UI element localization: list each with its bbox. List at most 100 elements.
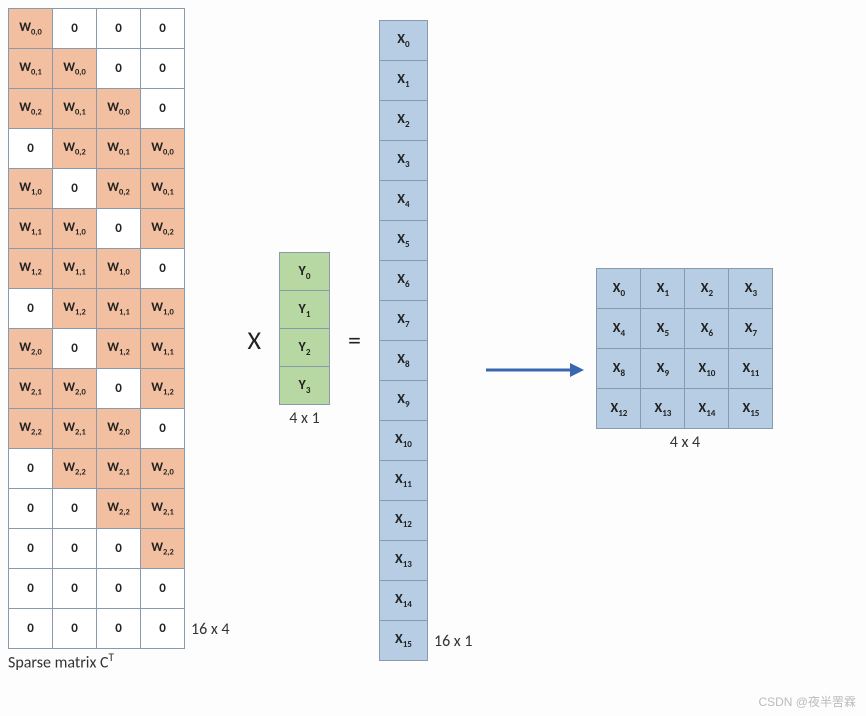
ct-cell: W0,1 bbox=[9, 49, 53, 89]
ct-cell: W1,2 bbox=[53, 289, 97, 329]
ct-cell: W0,1 bbox=[97, 129, 141, 169]
watermark-text: CSDN @夜半罟霖 bbox=[758, 693, 856, 710]
ct-cell: 0 bbox=[97, 369, 141, 409]
y-dims-label: 4 x 1 bbox=[289, 409, 319, 428]
ct-cell: 0 bbox=[53, 529, 97, 569]
ct-cell: 0 bbox=[9, 489, 53, 529]
ct-cell: W1,1 bbox=[53, 249, 97, 289]
ct-cell: W1,0 bbox=[141, 289, 185, 329]
multiply-operator: X bbox=[242, 324, 268, 356]
ct-cell: 0 bbox=[9, 289, 53, 329]
ct-cell: 0 bbox=[97, 569, 141, 609]
ct-cell: W2,1 bbox=[9, 369, 53, 409]
ct-cell: 0 bbox=[9, 449, 53, 489]
xg-cell: X13 bbox=[641, 389, 685, 429]
xg-cell: X10 bbox=[685, 349, 729, 389]
ct-cell: 0 bbox=[53, 569, 97, 609]
ct-cell: W2,2 bbox=[9, 409, 53, 449]
ct-cell: W0,0 bbox=[53, 49, 97, 89]
xg-cell: X11 bbox=[729, 349, 773, 389]
ct-cell: W1,1 bbox=[97, 289, 141, 329]
ct-cell: 0 bbox=[53, 489, 97, 529]
ct-cell: 0 bbox=[141, 609, 185, 649]
x-cell: X5 bbox=[379, 220, 427, 260]
ct-cell: 0 bbox=[53, 609, 97, 649]
sparse-matrix-ct: W0,0000W0,1W0,000W0,2W0,1W0,000W0,2W0,1W… bbox=[8, 8, 185, 649]
ct-cell: W2,2 bbox=[97, 489, 141, 529]
x-cell: X2 bbox=[379, 100, 427, 140]
xg-dims-label: 4 x 4 bbox=[670, 433, 700, 452]
ct-cell: 0 bbox=[53, 329, 97, 369]
ct-cell: W0,2 bbox=[97, 169, 141, 209]
ct-cell: 0 bbox=[141, 49, 185, 89]
ct-cell: 0 bbox=[141, 249, 185, 289]
ct-cell: W1,0 bbox=[9, 169, 53, 209]
x-cell: X1 bbox=[379, 60, 427, 100]
ct-cell: 0 bbox=[97, 609, 141, 649]
xg-cell: X15 bbox=[729, 389, 773, 429]
ct-cell: W2,1 bbox=[97, 449, 141, 489]
ct-cell: 0 bbox=[9, 609, 53, 649]
ct-cell: W1,2 bbox=[141, 369, 185, 409]
xg-cell: X3 bbox=[729, 269, 773, 309]
ct-cell: 0 bbox=[141, 89, 185, 129]
x-cell: X3 bbox=[379, 140, 427, 180]
ct-cell: 0 bbox=[141, 9, 185, 49]
xg-cell: X6 bbox=[685, 309, 729, 349]
ct-cell: 0 bbox=[141, 409, 185, 449]
x-cell: X10 bbox=[379, 420, 427, 460]
ct-cell: W1,2 bbox=[9, 249, 53, 289]
ct-cell: W2,1 bbox=[141, 489, 185, 529]
ct-cell: 0 bbox=[141, 569, 185, 609]
ct-cell: W2,0 bbox=[53, 369, 97, 409]
xg-cell: X4 bbox=[597, 309, 641, 349]
y-cell: Y2 bbox=[280, 329, 330, 367]
xg-cell: X9 bbox=[641, 349, 685, 389]
xg-cell: X12 bbox=[597, 389, 641, 429]
x-cell: X4 bbox=[379, 180, 427, 220]
ct-cell: W1,2 bbox=[97, 329, 141, 369]
x-cell: X8 bbox=[379, 340, 427, 380]
ct-cell: 0 bbox=[97, 529, 141, 569]
ct-cell: W2,2 bbox=[53, 449, 97, 489]
x-cell: X14 bbox=[379, 580, 427, 620]
ct-cell: W0,1 bbox=[53, 89, 97, 129]
xg-cell: X1 bbox=[641, 269, 685, 309]
x-grid: X0X1X2X3X4X5X6X7X8X9X10X11X12X13X14X15 bbox=[596, 268, 773, 429]
ct-cell: W2,2 bbox=[141, 529, 185, 569]
x-cell: X15 bbox=[379, 620, 427, 660]
y-cell: Y1 bbox=[280, 291, 330, 329]
y-cell: Y0 bbox=[280, 253, 330, 291]
ct-dims-label: 16 x 4 bbox=[191, 620, 230, 639]
ct-cell: 0 bbox=[97, 9, 141, 49]
xg-cell: X7 bbox=[729, 309, 773, 349]
ct-cell: 0 bbox=[9, 129, 53, 169]
x-cell: X6 bbox=[379, 260, 427, 300]
x-vector: X0X1X2X3X4X5X6X7X8X9X10X11X12X13X14X15 bbox=[379, 20, 428, 661]
ct-cell: W1,0 bbox=[97, 249, 141, 289]
xg-cell: X14 bbox=[685, 389, 729, 429]
ct-cell: W2,0 bbox=[141, 449, 185, 489]
x-cell: X0 bbox=[379, 20, 427, 60]
ct-cell: W0,2 bbox=[141, 209, 185, 249]
ct-cell: 0 bbox=[97, 49, 141, 89]
ct-cell: W1,1 bbox=[141, 329, 185, 369]
x-cell: X7 bbox=[379, 300, 427, 340]
xg-cell: X5 bbox=[641, 309, 685, 349]
ct-cell: W0,0 bbox=[141, 129, 185, 169]
ct-cell: W0,2 bbox=[9, 89, 53, 129]
ct-cell: 0 bbox=[53, 9, 97, 49]
equals-operator: = bbox=[342, 324, 367, 356]
ct-cell: W2,0 bbox=[9, 329, 53, 369]
x-cell: X9 bbox=[379, 380, 427, 420]
reshape-arrow bbox=[484, 298, 584, 382]
y-cell: Y3 bbox=[280, 367, 330, 405]
ct-cell: W1,0 bbox=[53, 209, 97, 249]
ct-title-label: Sparse matrix CT bbox=[8, 651, 230, 672]
x-cell: X13 bbox=[379, 540, 427, 580]
x-cell: X12 bbox=[379, 500, 427, 540]
ct-cell: W0,0 bbox=[97, 89, 141, 129]
ct-cell: W0,2 bbox=[53, 129, 97, 169]
xg-cell: X0 bbox=[597, 269, 641, 309]
ct-cell: W1,1 bbox=[9, 209, 53, 249]
